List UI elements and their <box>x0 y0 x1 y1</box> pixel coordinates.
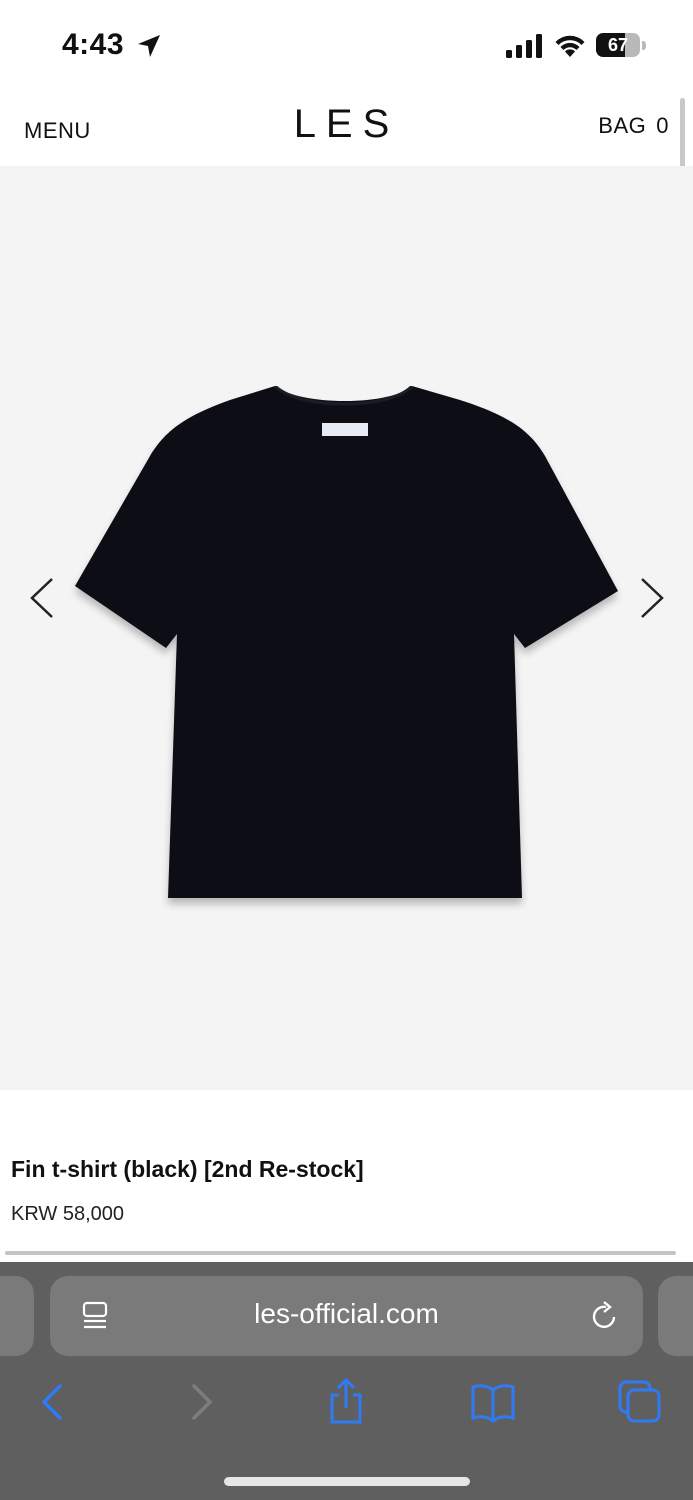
product-price: KRW 58,000 <box>11 1203 125 1225</box>
wifi-icon <box>555 35 585 57</box>
product-gallery[interactable] <box>0 166 693 1090</box>
status-bar: 4:43 67 <box>0 0 693 92</box>
bag-button[interactable]: BAG 0 <box>598 113 669 139</box>
address-bar[interactable]: les-official.com <box>50 1276 643 1356</box>
status-time: 4:43 <box>62 28 125 61</box>
bag-count: 0 <box>656 113 669 138</box>
battery-percent: 67 <box>607 35 629 55</box>
battery-icon: 67 <box>596 33 648 59</box>
share-icon[interactable] <box>322 1378 370 1426</box>
product-image <box>75 386 618 898</box>
bag-label: BAG <box>598 113 647 138</box>
next-tab-peek[interactable] <box>658 1276 693 1356</box>
chevron-right-icon[interactable] <box>634 575 670 621</box>
brand-logo[interactable]: LES <box>0 102 693 147</box>
product-name: Fin t-shirt (black) [2nd Re-stock] <box>11 1156 364 1182</box>
previous-tab-peek[interactable] <box>0 1276 34 1356</box>
browser-toolbar: les-official.com <box>0 1262 693 1500</box>
back-icon[interactable] <box>28 1378 76 1426</box>
tabs-icon[interactable] <box>616 1378 664 1426</box>
chevron-left-icon[interactable] <box>24 575 60 621</box>
cellular-signal-icon <box>506 34 542 58</box>
forward-icon[interactable] <box>178 1378 226 1426</box>
page-progress-bar <box>5 1251 676 1255</box>
reload-icon[interactable] <box>588 1300 620 1332</box>
site-header: MENU LES BAG 0 <box>0 92 693 166</box>
url-text: les-official.com <box>254 1298 439 1329</box>
bookmarks-icon[interactable] <box>469 1378 517 1426</box>
location-arrow-icon <box>138 35 160 57</box>
home-indicator[interactable] <box>224 1477 470 1486</box>
